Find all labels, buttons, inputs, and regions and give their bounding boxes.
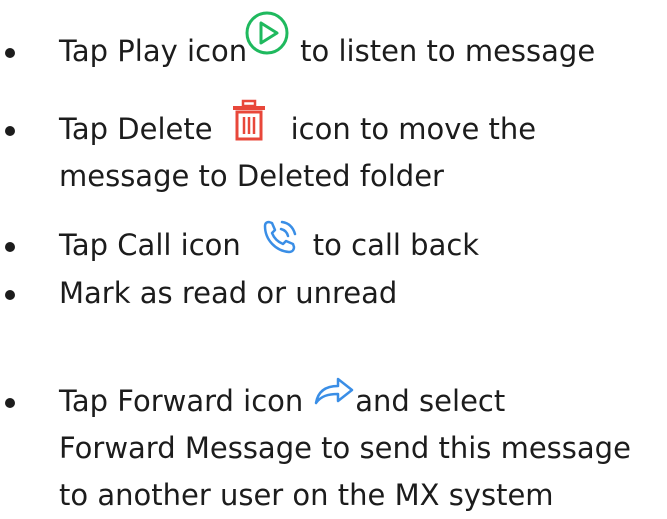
bullet (5, 48, 15, 58)
play-circle-icon (244, 10, 290, 56)
mark-read-text: Mark as read or unread (59, 276, 398, 310)
line-3: to another user on the MX system (59, 472, 554, 519)
line-1: Mark as read or unread (59, 270, 397, 317)
instruction-list: Tap Play icon to listen to message Tap D… (0, 0, 667, 512)
play-text-before: Tap Play icon (59, 34, 248, 68)
line-1: Tap Delete icon to move the (59, 99, 537, 153)
bullet (5, 242, 15, 252)
line-2: message to Deleted folder (59, 153, 444, 200)
line-1: Tap Call icon to call back (59, 220, 480, 269)
forward-text-before: Tap Forward icon (59, 384, 304, 418)
bullet (5, 126, 15, 136)
delete-text-before: Tap Delete (59, 112, 213, 146)
line-1: Tap Play icon to listen to message (59, 11, 596, 76)
phone-call-icon (259, 217, 299, 257)
forward-arrow-icon (313, 375, 355, 407)
call-text-after: to call back (312, 228, 480, 262)
call-text-before: Tap Call icon (59, 228, 241, 262)
play-text-after: to listen to message (300, 34, 596, 68)
bullet (5, 290, 15, 300)
trash-icon (231, 99, 267, 143)
delete-text-after: icon to move the (290, 112, 537, 146)
line-1: Tap Forward icon and select (59, 375, 506, 425)
line-2: Forward Message to send this message (59, 425, 631, 472)
forward-text-line2: Forward Message to send this message (59, 431, 631, 465)
delete-text-line2: message to Deleted folder (59, 159, 444, 193)
bullet (5, 398, 15, 408)
forward-text-after: and select (355, 384, 506, 418)
forward-text-line3: to another user on the MX system (59, 478, 554, 512)
